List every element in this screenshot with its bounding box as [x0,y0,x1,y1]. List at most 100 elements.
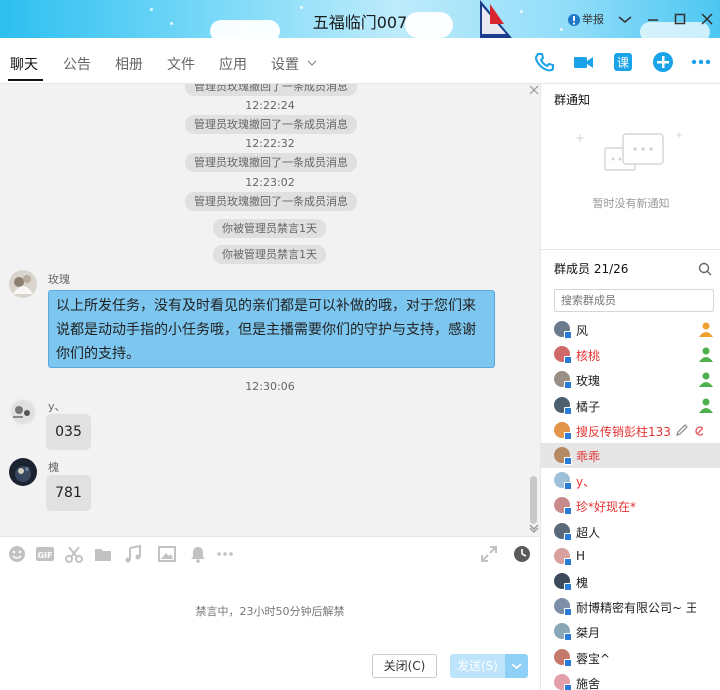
tab-announcement[interactable]: 公告 [63,54,91,74]
close-icon[interactable] [529,85,539,95]
message-text: 以上所发任务，没有及时看见的亲们都是可以补做的哦，对于您们来 [56,298,476,314]
svg-text:课: 课 [617,56,629,70]
group-notice-title: 群通知 [554,93,591,107]
member-item[interactable]: 槐 [541,569,720,594]
member-item[interactable]: 蓉宝^ [541,645,720,670]
expand-icon[interactable] [480,545,498,563]
admin-icon [699,347,713,363]
chevron-down-icon[interactable] [307,59,317,67]
member-name: 耐博精密有限公司~ 王露 [576,601,696,616]
mute-notice: 你被管理员禁言1天 [213,219,326,238]
device-badge-icon [564,507,572,516]
report-icon[interactable] [567,13,581,27]
member-item[interactable]: 超人 [541,519,720,544]
member-item[interactable]: 风 [541,317,720,342]
member-item[interactable]: 搜反传销彭柱133 [541,418,720,443]
send-options-button[interactable] [505,654,528,678]
device-badge-icon [564,633,572,642]
maximize-icon[interactable] [670,9,690,29]
message-bubble[interactable]: 035 [46,414,91,450]
device-badge-icon [564,658,572,667]
member-item[interactable]: 桀月 [541,619,720,644]
member-item[interactable]: 玫瑰 [541,367,720,392]
member-name: 施舍 [576,676,601,690]
system-message: 管理员玫瑰撤回了一条成员消息 [185,192,357,211]
scissors-icon[interactable] [65,545,83,563]
more-icon[interactable] [690,51,712,73]
message-text: 说都是动动手指的小任务哦，但是主播需要你们的守护与支持，感谢 [56,322,476,338]
chevron-down-icon[interactable] [615,9,635,29]
message-input-area[interactable]: 禁言中，23小时50分钟后解禁 关闭(C) 发送(S) [0,570,540,690]
device-badge-icon [564,557,572,566]
tab-apps[interactable]: 应用 [219,54,247,74]
device-badge-icon [564,457,572,465]
title-bar: 五福临门007 举报 [0,0,720,38]
notice-empty-text: 暂时没有新通知 [592,197,670,210]
video-call-icon[interactable] [572,51,594,73]
music-icon[interactable] [124,545,142,563]
sender-name[interactable]: 玫瑰 [48,271,70,287]
member-item[interactable]: 核桃 [541,342,720,367]
tab-album[interactable]: 相册 [115,54,143,74]
member-item[interactable]: 橘子 [541,393,720,418]
tab-files[interactable]: 文件 [167,54,195,74]
close-icon[interactable] [697,9,717,29]
phone-icon[interactable] [533,51,555,73]
member-name: 珍*好现在* [576,500,637,515]
tab-settings[interactable]: 设置 [271,54,299,74]
avatar[interactable] [9,458,37,486]
input-toolbar: GIF [0,536,540,570]
member-name: 橘子 [576,399,601,414]
member-item[interactable]: y、 [541,468,720,493]
member-item[interactable]: 珍*好现在* [541,493,720,518]
send-button[interactable]: 发送(S) [450,654,505,678]
scroll-down-icon[interactable] [529,523,539,533]
group-members-title: 群成员 21/26 [554,262,629,276]
image-icon[interactable] [158,545,176,563]
member-name: 核桃 [576,349,601,364]
avatar[interactable] [9,270,37,298]
add-icon[interactable] [652,51,674,73]
class-icon[interactable]: 课 [612,51,634,73]
window-title: 五福临门007 [312,13,408,32]
chat-message-area[interactable]: 管理员玫瑰撤回了一条成员消息 12:22:24 管理员玫瑰撤回了一条成员消息 1… [0,84,540,536]
member-name: 超人 [576,525,601,540]
member-item[interactable]: 乖乖 [541,443,720,468]
member-item[interactable]: 耐博精密有限公司~ 王露 [541,594,720,619]
bell-icon[interactable] [189,545,207,563]
edit-icon[interactable] [675,422,703,438]
svg-text:GIF: GIF [37,551,52,560]
chat-scrollbar[interactable] [530,476,537,524]
close-button[interactable]: 关闭(C) [372,654,437,678]
sender-name[interactable]: y、 [48,398,66,414]
gif-icon[interactable]: GIF [36,545,54,563]
avatar[interactable] [9,398,37,426]
device-badge-icon [564,583,572,591]
more-icon[interactable] [216,545,234,563]
message-time: 12:23:02 [245,176,295,189]
search-icon[interactable] [698,262,712,276]
admin-icon [699,398,713,413]
report-link[interactable]: 举报 [582,11,604,27]
history-clock-icon[interactable] [513,545,531,563]
member-item[interactable]: 施舍 [541,670,720,690]
minimize-icon[interactable] [643,9,663,29]
member-search-input[interactable] [554,289,714,312]
tab-chat[interactable]: 聊天 [10,54,38,74]
message-bubble[interactable]: 781 [46,475,91,511]
message-time: 12:22:32 [245,137,295,150]
emoji-icon[interactable] [8,545,26,563]
group-panel: 群通知 + + 暂时没有新通知 群成员 21/26 风核桃玫瑰橘子搜反传销彭柱1… [540,84,720,690]
device-badge-icon [564,331,572,339]
sender-name[interactable]: 槐 [48,459,59,475]
svg-text:+: + [575,131,585,145]
member-item[interactable]: H [541,544,720,569]
folder-icon[interactable] [94,545,112,563]
member-name: 蓉宝^ [576,651,611,666]
system-message: 管理员玫瑰撤回了一条成员消息 [185,84,357,96]
message-bubble-selected[interactable]: 以上所发任务，没有及时看见的亲们都是可以补做的哦，对于您们来 说都是动动手指的小… [48,290,495,368]
mute-notice: 你被管理员禁言1天 [213,245,326,264]
svg-text:+: + [675,130,683,141]
mute-status: 禁言中，23小时50分钟后解禁 [195,605,345,618]
device-badge-icon [564,482,572,491]
